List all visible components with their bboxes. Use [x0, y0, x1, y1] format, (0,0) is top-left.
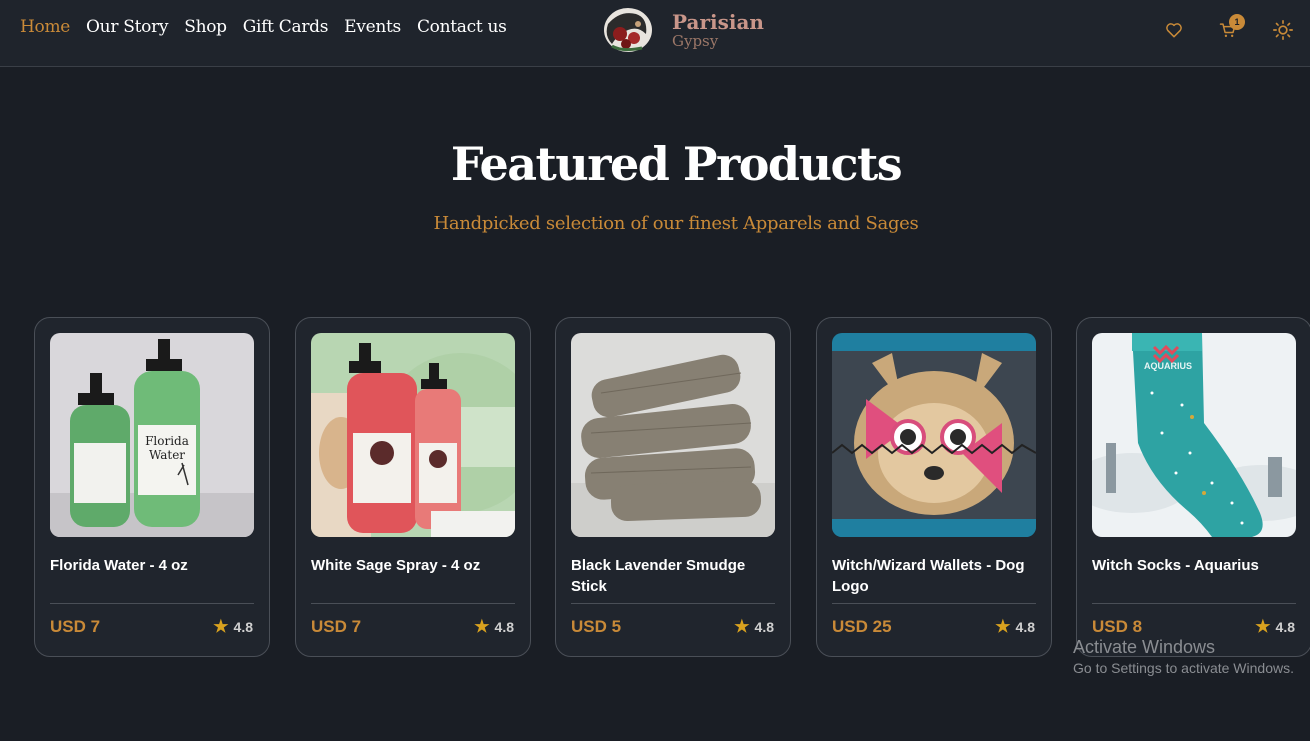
white-sage-spray-image	[311, 333, 515, 537]
product-title[interactable]: White Sage Spray - 4 oz	[311, 555, 521, 576]
logo-text-primary: Parisian	[672, 10, 764, 34]
logo-text-secondary: Gypsy	[672, 32, 719, 50]
brand-logo[interactable]: Parisian Gypsy	[598, 4, 764, 56]
rating-value: 4.8	[494, 619, 514, 635]
cart-count-badge: 1	[1229, 14, 1245, 30]
nav-shop[interactable]: Shop	[184, 17, 227, 37]
sun-icon	[1273, 20, 1293, 40]
rating-value: 4.8	[1015, 619, 1035, 635]
product-rating: ★ 4.8	[995, 617, 1035, 636]
product-card[interactable]: Florida Water Florida Water - 4 oz USD 7…	[34, 317, 270, 657]
star-icon: ★	[1255, 617, 1271, 636]
product-price: USD 7	[50, 617, 101, 636]
product-title[interactable]: Florida Water - 4 oz	[50, 555, 260, 576]
product-image[interactable]: AQUARIUS	[1092, 333, 1296, 537]
product-image[interactable]	[311, 333, 515, 537]
product-price: USD 5	[571, 617, 622, 636]
card-divider	[50, 603, 254, 604]
product-price: USD 7	[311, 617, 362, 636]
rating-value: 4.8	[754, 619, 774, 635]
product-image[interactable]: Florida Water	[50, 333, 254, 537]
dog-wallet-image	[832, 333, 1036, 537]
nav-contact-us[interactable]: Contact us	[417, 17, 507, 37]
star-icon: ★	[213, 617, 229, 636]
heart-icon	[1166, 23, 1182, 38]
rating-value: 4.8	[233, 619, 253, 635]
card-divider	[571, 603, 775, 604]
product-title[interactable]: Witch/Wizard Wallets - Dog Logo	[832, 555, 1042, 597]
card-divider	[832, 603, 1036, 604]
product-price: USD 25	[832, 617, 892, 636]
sock-banner-text: AQUARIUS	[1144, 361, 1192, 371]
main-nav: Home Our Story Shop Gift Cards Events Co…	[20, 17, 507, 37]
product-price: USD 8	[1092, 617, 1143, 636]
nav-our-story[interactable]: Our Story	[86, 17, 168, 37]
product-image[interactable]	[571, 333, 775, 537]
rating-value: 4.8	[1275, 619, 1295, 635]
star-icon: ★	[474, 617, 490, 636]
watermark-subtitle: Go to Settings to activate Windows.	[1073, 660, 1294, 676]
section-title: Featured Products	[450, 137, 903, 191]
watermark-title: Activate Windows	[1073, 637, 1216, 657]
product-rating: ★ 4.8	[474, 617, 514, 636]
nav-events[interactable]: Events	[344, 17, 401, 37]
card-divider	[311, 603, 515, 604]
product-title[interactable]: Witch Socks - Aquarius	[1092, 555, 1302, 576]
nav-gift-cards[interactable]: Gift Cards	[243, 17, 329, 37]
bottle-label-line2: Water	[149, 448, 185, 462]
nav-home[interactable]: Home	[20, 17, 70, 37]
product-rating: ★ 4.8	[1255, 617, 1295, 636]
logo-emblem-icon	[604, 8, 652, 52]
top-navigation-bar: Home Our Story Shop Gift Cards Events Co…	[0, 0, 1310, 67]
star-icon: ★	[995, 617, 1011, 636]
card-divider	[1092, 603, 1296, 604]
aquarius-sock-image: AQUARIUS	[1092, 333, 1296, 537]
product-image[interactable]	[832, 333, 1036, 537]
product-card[interactable]: Witch/Wizard Wallets - Dog Logo USD 25 ★…	[816, 317, 1052, 657]
star-icon: ★	[734, 617, 750, 636]
lavender-smudge-image	[571, 333, 775, 537]
product-card[interactable]: AQUARIUS Witch Socks - Aquarius USD 8 ★ …	[1076, 317, 1310, 657]
product-title[interactable]: Black Lavender Smudge Stick	[571, 555, 781, 597]
florida-water-bottles-image: Florida Water	[50, 333, 254, 537]
product-card[interactable]: White Sage Spray - 4 oz USD 7 ★ 4.8	[295, 317, 531, 657]
section-subtitle: Handpicked selection of our finest Appar…	[433, 213, 919, 234]
product-card[interactable]: Black Lavender Smudge Stick USD 5 ★ 4.8	[555, 317, 791, 657]
activate-windows-watermark: Activate Windows Go to Settings to activ…	[1073, 637, 1310, 676]
wishlist-button[interactable]	[1163, 19, 1185, 41]
product-rating: ★ 4.8	[213, 617, 253, 636]
theme-toggle-button[interactable]	[1272, 19, 1294, 41]
product-rating: ★ 4.8	[734, 617, 774, 636]
bottle-label-line1: Florida	[145, 434, 189, 448]
